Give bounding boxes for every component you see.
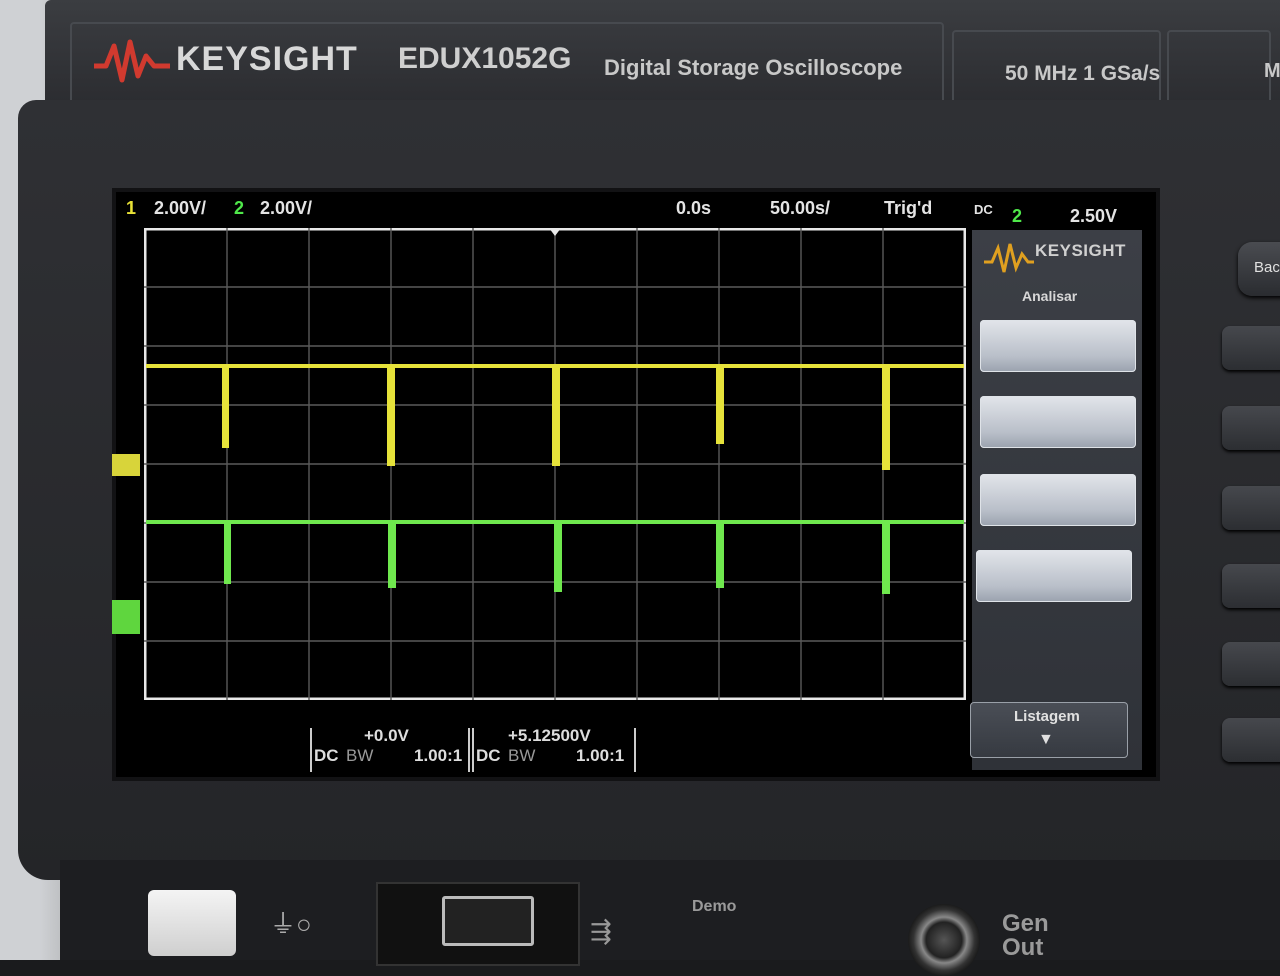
- brand-name: KEYSIGHT: [176, 40, 358, 78]
- hw-softkey-1[interactable]: [1222, 326, 1280, 370]
- ch2-bw: BW: [508, 746, 536, 765]
- gen-out-label: Gen Out: [1002, 912, 1049, 960]
- usb-slot[interactable]: [442, 896, 534, 946]
- gen-out-connector[interactable]: [908, 904, 980, 976]
- softkey-3[interactable]: [980, 474, 1136, 526]
- ch2-coupling: DC: [476, 746, 501, 765]
- time-scale[interactable]: 50.00s/: [770, 198, 830, 219]
- ch1-scale[interactable]: 2.00V/: [154, 198, 206, 219]
- ground-icon: ⏚○: [270, 909, 312, 939]
- out-label: Out: [1002, 934, 1044, 961]
- time-offset[interactable]: 0.0s: [676, 198, 711, 219]
- model-name: EDUX1052G: [398, 42, 572, 75]
- softkey-2[interactable]: [980, 396, 1136, 448]
- ch1-ground-marker[interactable]: [112, 454, 140, 476]
- usb-icon: ⇶: [590, 916, 612, 946]
- softkey-4[interactable]: [976, 550, 1132, 602]
- ch1-probe: 1.00:1: [414, 746, 463, 765]
- spec-text: 50 MHz 1 GSa/s: [1005, 62, 1161, 85]
- ch2-ground-marker[interactable]: [112, 600, 140, 634]
- ch1-coupling: DC: [314, 746, 339, 765]
- sidebar-brand: KEYSIGHT: [1035, 241, 1126, 260]
- power-button[interactable]: [148, 890, 236, 956]
- trigger-source[interactable]: 2: [1012, 206, 1022, 227]
- waveform-display[interactable]: [144, 228, 966, 700]
- softkey-1[interactable]: [980, 320, 1136, 372]
- back-label: Bac: [1254, 259, 1280, 276]
- channel-info: +0.0V DC BW 1.00:1 +5.12500V DC BW 1.00:…: [120, 726, 970, 770]
- hw-softkey-2[interactable]: [1222, 406, 1280, 450]
- spec-extra-text: M: [1264, 60, 1280, 82]
- model-description: Digital Storage Oscilloscope: [604, 55, 903, 80]
- spec-frame-2: [1167, 30, 1271, 104]
- hw-softkey-3[interactable]: [1222, 486, 1280, 530]
- ch1-number[interactable]: 1: [126, 198, 136, 219]
- listing-label: Listagem: [1014, 708, 1080, 725]
- ch2-scale[interactable]: 2.00V/: [260, 198, 312, 219]
- demo-label: Demo: [692, 898, 737, 915]
- gen-label: Gen: [1002, 910, 1049, 937]
- trigger-coupling: DC: [974, 202, 993, 217]
- ch2-number[interactable]: 2: [234, 198, 244, 219]
- menu-title: Analisar: [1022, 288, 1078, 304]
- hw-softkey-5[interactable]: [1222, 642, 1280, 686]
- ch1-offset: +0.0V: [364, 726, 409, 745]
- trigger-level[interactable]: 2.50V: [1070, 206, 1117, 227]
- keysight-logo-icon: [94, 39, 170, 83]
- hw-softkey-4[interactable]: [1222, 564, 1280, 608]
- hw-softkey-6[interactable]: [1222, 718, 1280, 762]
- chevron-down-icon: ▼: [1038, 731, 1054, 748]
- status-bar: 1 2.00V/ 2 2.00V/ 0.0s 50.00s/ Trig'd DC: [118, 196, 993, 222]
- ch2-probe: 1.00:1: [576, 746, 625, 765]
- ch2-offset: +5.12500V: [508, 726, 591, 745]
- ch1-bw: BW: [346, 746, 374, 765]
- lower-panel: [60, 860, 1280, 960]
- trigger-state: Trig'd: [884, 198, 933, 218]
